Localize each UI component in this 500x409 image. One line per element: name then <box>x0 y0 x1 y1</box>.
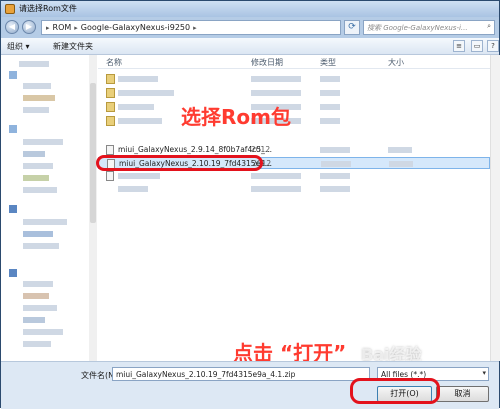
search-icon: ⌕ <box>487 22 491 30</box>
list-item[interactable] <box>98 170 490 182</box>
sidebar-item-blurred[interactable] <box>9 125 17 133</box>
navigation-pane[interactable] <box>1 55 97 361</box>
sidebar-item-blurred[interactable] <box>19 61 49 67</box>
open-button-highlight-ring <box>350 378 440 404</box>
folder-icon <box>106 102 115 112</box>
sidebar-item-blurred[interactable] <box>23 163 53 169</box>
folder-icon <box>106 74 115 84</box>
preview-pane-icon[interactable]: ▭ <box>471 40 483 52</box>
list-item[interactable] <box>98 183 490 195</box>
chevron-right-icon: ▸ <box>193 23 197 32</box>
command-bar: 组织 ▾ 新建文件夹 ≡ ▭ ? <box>1 38 499 55</box>
cancel-button[interactable]: 取消 <box>436 386 489 402</box>
sidebar-item-blurred[interactable] <box>23 293 49 299</box>
file-name: miui_GalaxyNexus_2.9.14_8f0b7af4c5_... <box>118 145 273 154</box>
column-headers: 名称 修改日期 类型 大小 <box>98 55 500 69</box>
column-name[interactable]: 名称 <box>106 57 122 68</box>
sidebar-item-blurred[interactable] <box>23 243 59 249</box>
list-item[interactable] <box>98 73 490 85</box>
folder-icon <box>106 116 115 126</box>
organize-button[interactable]: 组织 ▾ <box>7 41 30 52</box>
refresh-icon[interactable]: ⟳ <box>344 20 360 35</box>
sidebar-item-blurred[interactable] <box>23 107 49 113</box>
sidebar-item-blurred[interactable] <box>23 329 63 335</box>
zip-file-icon <box>106 171 114 181</box>
column-size[interactable]: 大小 <box>388 57 404 68</box>
file-list[interactable]: 名称 修改日期 类型 大小 miui_GalaxyNexus_2.9.14_8f… <box>98 55 500 361</box>
folder-icon: ▸ <box>46 23 50 32</box>
search-input[interactable]: 搜索 Google-GalaxyNexus-i... ⌕ <box>363 20 495 35</box>
breadcrumb[interactable]: ▸ ROM ▸ Google-GalaxyNexus-i9250 ▸ <box>41 20 341 35</box>
sidebar-item-blurred[interactable] <box>23 317 45 323</box>
annotation-select-rom: 选择Rom包 <box>181 105 291 129</box>
window-title: 请选择Rom文件 <box>19 4 77 13</box>
file-date: 2012 <box>251 145 271 154</box>
app-icon <box>5 4 15 14</box>
view-options-icon[interactable]: ≡ <box>453 40 465 52</box>
sidebar-item-blurred[interactable] <box>23 95 55 101</box>
sidebar-item-blurred[interactable] <box>23 83 51 89</box>
list-item[interactable] <box>98 87 490 99</box>
sidebar-item-blurred[interactable] <box>23 219 67 225</box>
zip-file-icon <box>106 145 114 155</box>
filename-input[interactable]: miui_GalaxyNexus_2.10.19_7fd4315e9a_4.1.… <box>112 367 370 381</box>
breadcrumb-item[interactable]: Google-GalaxyNexus-i9250 <box>81 23 190 32</box>
sidebar-item-blurred[interactable] <box>23 175 49 181</box>
sidebar-item-blurred[interactable] <box>23 281 53 287</box>
forward-icon[interactable]: ▶ <box>22 20 36 34</box>
list-item[interactable] <box>98 115 490 127</box>
sidebar-item-blurred[interactable] <box>9 205 17 213</box>
list-item[interactable] <box>98 101 490 113</box>
breadcrumb-item[interactable]: ROM <box>53 23 72 32</box>
title-bar: 请选择Rom文件 <box>1 1 499 17</box>
folder-icon <box>106 88 115 98</box>
sidebar-item-blurred[interactable] <box>23 341 51 347</box>
column-date[interactable]: 修改日期 <box>251 57 283 68</box>
file-list-scrollbar[interactable] <box>490 55 500 361</box>
sidebar-item-blurred[interactable] <box>23 187 57 193</box>
chevron-right-icon: ▸ <box>74 23 78 32</box>
sidebar-item-blurred[interactable] <box>9 71 17 79</box>
sidebar-item-blurred[interactable] <box>9 269 17 277</box>
open-file-dialog: 请选择Rom文件 ◀ ▶ ▸ ROM ▸ Google-GalaxyNexus-… <box>0 0 500 409</box>
sidebar-item-blurred[interactable] <box>23 231 53 237</box>
back-icon[interactable]: ◀ <box>5 20 19 34</box>
column-type[interactable]: 类型 <box>320 57 336 68</box>
new-folder-button[interactable]: 新建文件夹 <box>53 41 93 52</box>
selected-file-highlight-ring <box>96 155 263 171</box>
sidebar-item-blurred[interactable] <box>23 305 57 311</box>
sidebar-scrollbar-thumb[interactable] <box>90 83 96 223</box>
chevron-down-icon: ▾ <box>482 369 486 377</box>
address-bar: ◀ ▶ ▸ ROM ▸ Google-GalaxyNexus-i9250 ▸ ⟳… <box>1 17 499 38</box>
help-icon[interactable]: ? <box>487 40 499 52</box>
sidebar-item-blurred[interactable] <box>23 151 45 157</box>
sidebar-item-blurred[interactable] <box>23 139 63 145</box>
